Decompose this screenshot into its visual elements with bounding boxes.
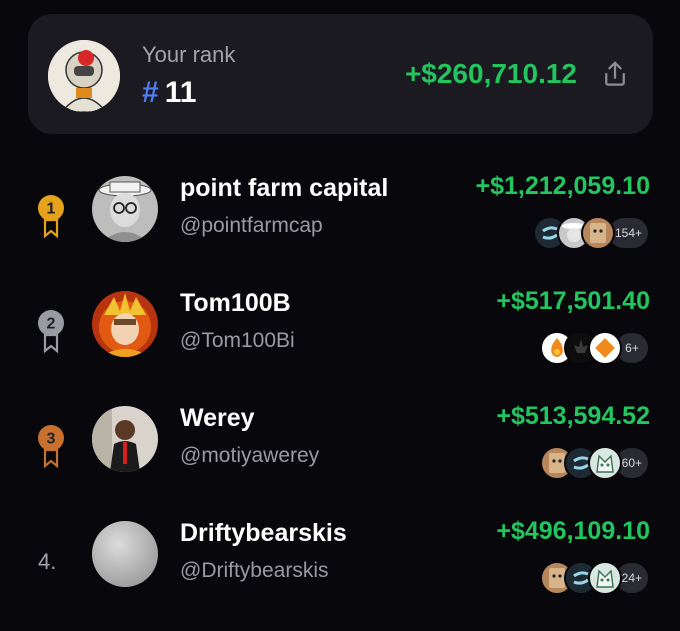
trader-handle[interactable]: @Tom100Bi [180,329,295,353]
your-pnl: +$260,710.12 [404,58,577,89]
rank-number: #11 [142,76,196,110]
trader-pnl: +$517,501.40 [496,287,650,315]
trader-pnl: +$513,594.52 [496,402,650,430]
rank-hash: # [142,76,159,109]
medal-rank-text: 2 [47,316,56,333]
share-button[interactable] [597,56,633,92]
medal-rank-text: 3 [47,431,56,448]
trader-name[interactable]: Tom100B [180,289,291,318]
leaderboard-row[interactable]: 1 point farm capital @pointfarmcap +$1,2… [0,166,680,276]
trader-name[interactable]: Werey [180,404,255,433]
bronze-medal-icon: 3 [38,425,64,468]
token-icon [587,561,622,595]
avatar[interactable] [92,521,158,587]
rank-position: 4. [38,549,57,574]
avatar[interactable] [92,406,158,472]
trader-handle[interactable]: @Driftybearskis [180,559,329,583]
medal-rank-text: 1 [47,201,56,218]
share-icon [605,61,625,86]
silver-medal-icon: 2 [38,310,64,353]
trader-handle[interactable]: @motiyawerey [180,444,319,468]
user-avatar[interactable] [48,40,120,112]
trader-name[interactable]: Driftybearskis [180,519,347,548]
token-icon [588,331,622,365]
avatar[interactable] [92,291,158,357]
rank-value: 11 [164,76,197,109]
leaderboard-row[interactable]: 2 Tom100B @Tom100Bi +$517,501.40 6+ [0,281,680,391]
your-rank-card: Your rank #11 +$260,710.12 [28,14,653,134]
leaderboard-row[interactable]: 3 Werey @motiyawerey +$513,594.52 60+ [0,396,680,506]
trader-handle[interactable]: @pointfarmcap [180,214,323,238]
token-stack[interactable]: 60+ [539,446,650,480]
trader-name[interactable]: point farm capital [180,174,388,203]
token-stack[interactable]: 24+ [539,561,650,595]
token-stack[interactable]: 6+ [540,331,650,365]
token-stack[interactable]: 154+ [532,216,650,250]
token-icon [587,446,622,480]
trader-pnl: +$496,109.10 [496,517,650,545]
gold-medal-icon: 1 [38,195,64,238]
leaderboard-row[interactable]: 4. Driftybearskis @Driftybearskis +$496,… [0,511,680,621]
avatar[interactable] [92,176,158,242]
rank-label: Your rank [142,42,236,67]
token-icon [580,216,615,250]
trader-pnl: +$1,212,059.10 [475,172,650,200]
